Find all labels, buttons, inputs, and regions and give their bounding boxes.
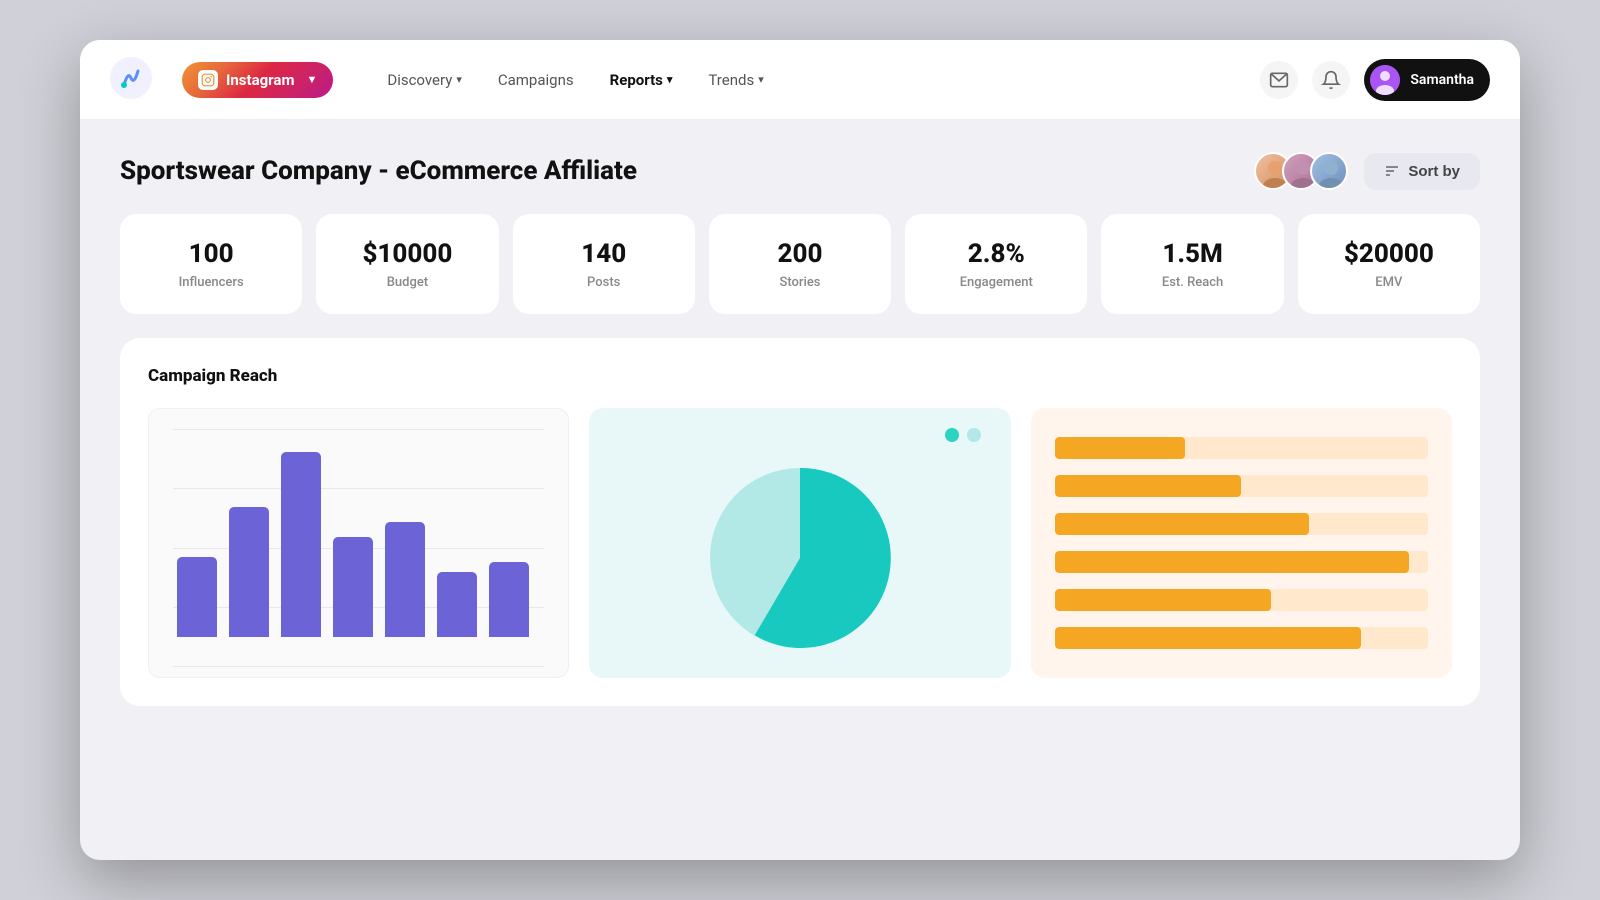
stat-value-emv: $20000 xyxy=(1344,239,1434,269)
reach-section: Campaign Reach xyxy=(120,338,1480,706)
stat-label-stories: Stories xyxy=(779,275,820,290)
stat-card-influencers: 100 Influencers xyxy=(120,214,302,314)
bar-4 xyxy=(333,537,373,637)
hbar-fill-3 xyxy=(1055,513,1309,535)
stat-card-stories: 200 Stories xyxy=(709,214,891,314)
nav-link-campaigns[interactable]: Campaigns xyxy=(484,63,588,97)
nav-link-trends[interactable]: Trends ▾ xyxy=(694,63,777,97)
hbar-chart xyxy=(1055,437,1428,649)
stat-value-reach: 1.5M xyxy=(1162,239,1222,269)
bar-6 xyxy=(437,572,477,637)
trends-chevron-icon: ▾ xyxy=(758,73,764,86)
bar-5 xyxy=(385,522,425,637)
notifications-button[interactable] xyxy=(1312,61,1350,99)
reach-title: Campaign Reach xyxy=(148,366,1452,386)
stat-label-reach: Est. Reach xyxy=(1162,275,1223,290)
pie-legend xyxy=(609,428,990,442)
grid-line xyxy=(173,666,544,667)
bar-7 xyxy=(489,562,529,637)
grid-line xyxy=(173,429,544,430)
header-right: Sort by xyxy=(1254,152,1480,190)
hbar-fill-4 xyxy=(1055,551,1410,573)
hbar-fill-5 xyxy=(1055,589,1272,611)
navbar: Instagram ▼ Discovery ▾ Campaigns Report… xyxy=(80,40,1520,120)
pie-dot-1 xyxy=(945,428,959,442)
platform-name: Instagram xyxy=(226,71,294,89)
nav-link-reports[interactable]: Reports ▾ xyxy=(596,63,687,97)
avatar-stack xyxy=(1254,152,1348,190)
browser-window: Instagram ▼ Discovery ▾ Campaigns Report… xyxy=(80,40,1520,860)
campaign-title: Sportswear Company - eCommerce Affiliate xyxy=(120,156,637,186)
platform-chevron-icon: ▼ xyxy=(306,73,317,86)
mail-button[interactable] xyxy=(1260,61,1298,99)
nav-link-discovery[interactable]: Discovery ▾ xyxy=(373,63,476,97)
sort-button[interactable]: Sort by xyxy=(1364,153,1480,190)
stat-value-influencers: 100 xyxy=(189,239,234,269)
app-logo[interactable] xyxy=(110,57,162,103)
hbar-row-3 xyxy=(1055,513,1428,535)
stat-label-posts: Posts xyxy=(587,275,620,290)
bar-2 xyxy=(229,507,269,637)
pie-dot-2 xyxy=(967,428,981,442)
hbar-row-4 xyxy=(1055,551,1428,573)
pie-chart-container xyxy=(589,408,1010,678)
stat-value-posts: 140 xyxy=(581,239,626,269)
hbar-fill-1 xyxy=(1055,437,1186,459)
bar-chart xyxy=(173,437,544,637)
hbar-row-1 xyxy=(1055,437,1428,459)
nav-links: Discovery ▾ Campaigns Reports ▾ Trends ▾ xyxy=(373,63,1240,97)
campaign-header: Sportswear Company - eCommerce Affiliate xyxy=(120,152,1480,190)
avatar-3 xyxy=(1310,152,1348,190)
user-name: Samantha xyxy=(1410,72,1474,88)
stat-card-posts: 140 Posts xyxy=(513,214,695,314)
pie-chart xyxy=(700,458,900,658)
hbar-row-6 xyxy=(1055,627,1428,649)
sort-icon xyxy=(1384,163,1400,179)
charts-grid xyxy=(148,408,1452,678)
instagram-icon xyxy=(198,70,218,90)
stat-label-emv: EMV xyxy=(1375,275,1402,290)
hbar-fill-2 xyxy=(1055,475,1242,497)
bar-1 xyxy=(177,557,217,637)
hbar-row-2 xyxy=(1055,475,1428,497)
hbar-fill-6 xyxy=(1055,627,1361,649)
stat-card-emv: $20000 EMV xyxy=(1298,214,1480,314)
hbar-row-5 xyxy=(1055,589,1428,611)
stat-label-influencers: Influencers xyxy=(179,275,244,290)
stat-label-budget: Budget xyxy=(387,275,428,290)
nav-right: Samantha xyxy=(1260,59,1490,101)
stat-label-engagement: Engagement xyxy=(960,275,1033,290)
main-content: Sportswear Company - eCommerce Affiliate xyxy=(80,120,1520,738)
user-avatar xyxy=(1370,65,1400,95)
stat-card-engagement: 2.8% Engagement xyxy=(905,214,1087,314)
reports-chevron-icon: ▾ xyxy=(667,73,673,86)
stat-card-reach: 1.5M Est. Reach xyxy=(1101,214,1283,314)
stat-value-engagement: 2.8% xyxy=(968,239,1025,269)
hbar-rows xyxy=(1055,437,1428,649)
stats-grid: 100 Influencers $10000 Budget 140 Posts … xyxy=(120,214,1480,314)
stat-card-budget: $10000 Budget xyxy=(316,214,498,314)
hbar-chart-container xyxy=(1031,408,1452,678)
stat-value-budget: $10000 xyxy=(362,239,452,269)
bar-3 xyxy=(281,452,321,637)
user-profile-button[interactable]: Samantha xyxy=(1364,59,1490,101)
platform-selector[interactable]: Instagram ▼ xyxy=(182,62,333,98)
bar-chart-container xyxy=(148,408,569,678)
discovery-chevron-icon: ▾ xyxy=(456,73,462,86)
stat-value-stories: 200 xyxy=(778,239,823,269)
